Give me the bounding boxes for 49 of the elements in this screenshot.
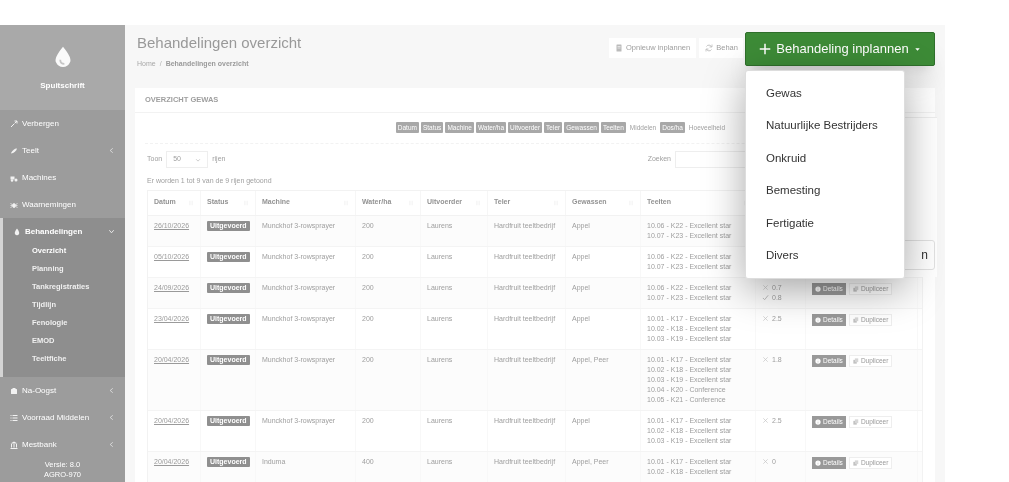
- copy-icon: [852, 459, 859, 466]
- caret-icon: [913, 45, 921, 53]
- sidebar-item[interactable]: Teelt: [0, 137, 125, 164]
- sidebar-item[interactable]: Behandelingen: [3, 218, 125, 245]
- check-icon: [762, 294, 769, 301]
- copy-icon: [852, 285, 859, 292]
- chevron-left-icon: [108, 414, 115, 421]
- menu-item[interactable]: Onkruid: [746, 142, 904, 175]
- sidebar-item[interactable]: Voorraad Middelen: [0, 404, 125, 431]
- copy-icon: [852, 418, 859, 425]
- bug-icon: [10, 200, 18, 209]
- copy-icon: [852, 357, 859, 364]
- sidebar-item[interactable]: Waarnemingen: [0, 191, 125, 218]
- drop-icon: [13, 227, 21, 236]
- menu-item[interactable]: Bemesting: [746, 174, 904, 207]
- box-icon: [10, 386, 18, 395]
- chevron-down-icon: [108, 228, 115, 235]
- chevron-left-icon: [108, 147, 115, 154]
- cross-icon: [762, 458, 769, 465]
- sidebar-item[interactable]: Mestbank: [0, 431, 125, 458]
- arrows-icon: [10, 119, 18, 128]
- bank-icon: [10, 440, 18, 449]
- info-icon: [815, 418, 821, 425]
- cross-icon: [762, 356, 769, 363]
- menu-item[interactable]: Gewas: [746, 77, 904, 110]
- cross-icon: [762, 315, 769, 322]
- leaf-icon: [10, 146, 18, 155]
- page-title: Behandelingen overzicht: [137, 33, 302, 53]
- sidebar-item[interactable]: Machines: [0, 164, 125, 191]
- copy-icon: [852, 316, 859, 323]
- list-icon: [10, 413, 18, 422]
- schedule-treatment-button[interactable]: Behandeling inplannen: [745, 32, 935, 66]
- brand-name: Spuitschrift: [40, 79, 85, 92]
- plus-icon: [759, 43, 772, 55]
- sidebar-item[interactable]: Na-Oogst: [0, 377, 125, 404]
- menu-item[interactable]: Natuurlijke Bestrijders: [746, 109, 904, 142]
- chevron-left-icon: [108, 441, 115, 448]
- info-icon: [815, 459, 821, 466]
- menu-item[interactable]: Fertigatie: [746, 207, 904, 240]
- cross-icon: [762, 284, 769, 291]
- sidebar-item[interactable]: Verbergen: [0, 110, 125, 137]
- book-icon: [615, 44, 623, 52]
- cross-icon: [762, 417, 769, 424]
- refresh-icon: [705, 44, 714, 52]
- info-icon: [815, 316, 821, 323]
- info-icon: [815, 285, 821, 292]
- info-icon: [815, 357, 821, 364]
- chevron-down-icon: [195, 156, 202, 163]
- chevron-left-icon: [108, 387, 115, 394]
